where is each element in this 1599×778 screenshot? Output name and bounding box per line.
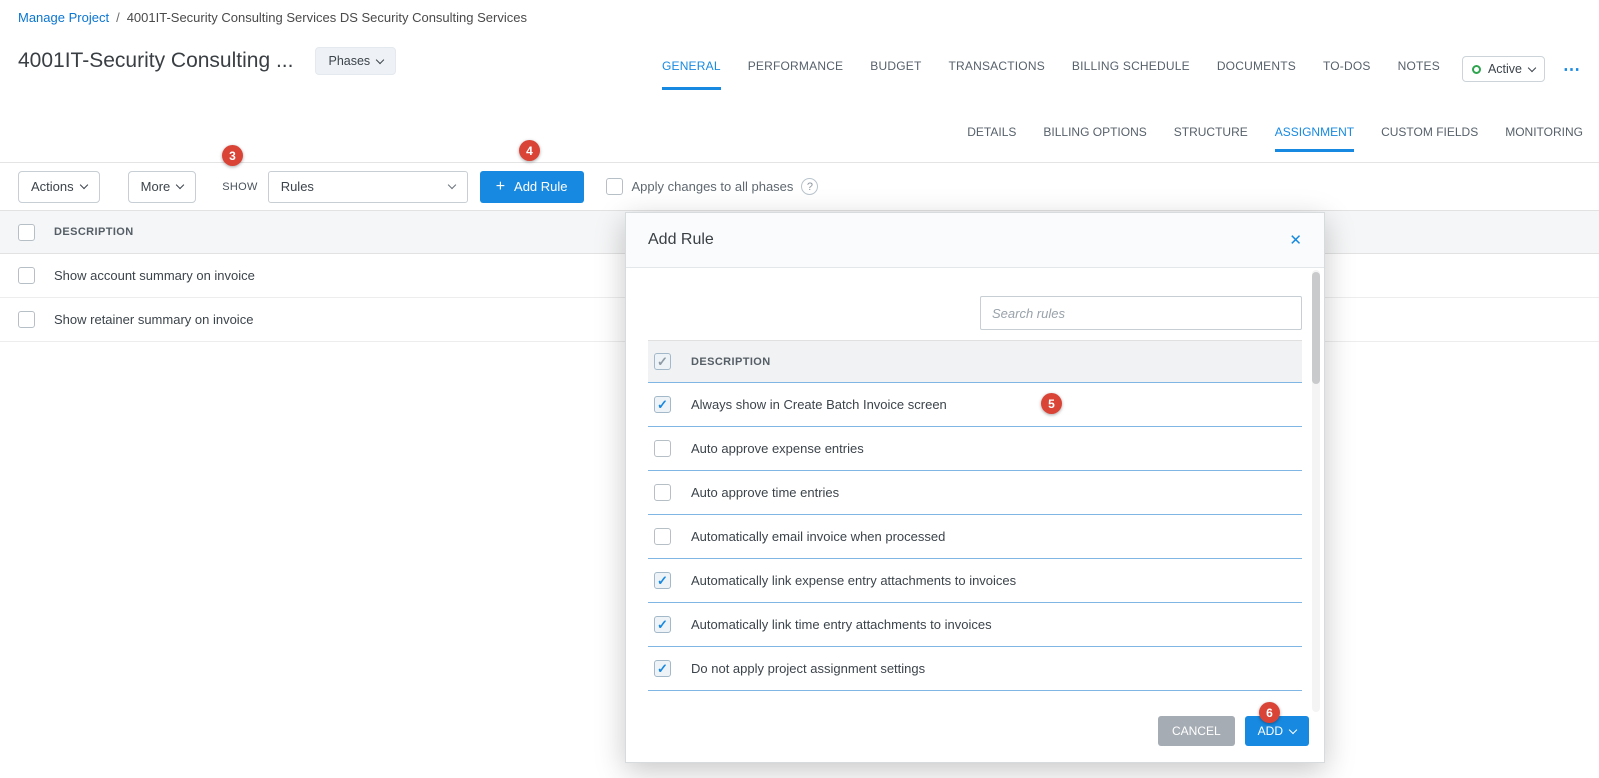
add-rule-button-label: Add Rule	[514, 179, 568, 194]
apply-changes-checkbox[interactable]	[605, 178, 623, 195]
rule-checkbox[interactable]	[654, 616, 671, 633]
row-checkbox[interactable]	[18, 267, 35, 284]
subtab-monitoring[interactable]: MONITORING	[1505, 115, 1583, 152]
modal-header: Add Rule ✕	[626, 213, 1324, 268]
more-button[interactable]: More	[127, 170, 197, 203]
title-row: 4001IT-Security Consulting ... Phases GE…	[0, 32, 1599, 90]
add-button-label: ADD	[1257, 724, 1283, 738]
modal-table-header: DESCRIPTION	[648, 340, 1302, 383]
show-filter-value: Rules	[280, 179, 314, 194]
rule-label: Do not apply project assignment settings	[691, 661, 926, 676]
rule-checkbox[interactable]	[654, 484, 671, 501]
rule-label: Automatically link time entry attachment…	[691, 617, 992, 632]
annotation-badge-5: 5	[1041, 393, 1062, 414]
page-title: 4001IT-Security Consulting ...	[18, 49, 294, 72]
tab-documents[interactable]: DOCUMENTS	[1217, 49, 1296, 90]
plus-icon: +	[495, 177, 506, 195]
add-rule-modal: Add Rule ✕ DESCRIPTION Always show in Cr…	[625, 212, 1325, 763]
close-icon[interactable]: ✕	[1289, 233, 1302, 248]
chevron-down-icon	[447, 180, 456, 190]
modal-footer: CANCEL ADD	[626, 700, 1324, 762]
active-status-icon	[1471, 64, 1481, 74]
rule-checkbox[interactable]	[654, 396, 671, 413]
search-rules-input[interactable]	[980, 296, 1302, 330]
rule-checkbox[interactable]	[654, 572, 671, 589]
subtab-structure[interactable]: STRUCTURE	[1174, 115, 1248, 152]
more-button-label: More	[140, 179, 171, 194]
tab-performance[interactable]: PERFORMANCE	[748, 49, 844, 90]
phases-button[interactable]: Phases	[315, 47, 397, 75]
description-column-header: DESCRIPTION	[54, 226, 134, 238]
modal-select-all-checkbox[interactable]	[654, 353, 671, 370]
tab-transactions[interactable]: TRANSACTIONS	[948, 49, 1044, 90]
rule-label: Automatically link expense entry attachm…	[691, 573, 1017, 588]
annotation-badge-3: 3	[222, 145, 243, 166]
show-label: SHOW	[222, 180, 258, 193]
toolbar: Actions More SHOW Rules + Add Rule Apply …	[0, 162, 1599, 210]
rule-option-row[interactable]: Automatically email invoice when process…	[648, 515, 1302, 559]
title-left: 4001IT-Security Consulting ... Phases	[18, 32, 397, 90]
actions-button-label: Actions	[31, 179, 74, 194]
modal-title: Add Rule	[648, 231, 714, 248]
breadcrumb-current: 4001IT-Security Consulting Services DS S…	[126, 10, 527, 25]
row-checkbox[interactable]	[18, 311, 35, 328]
subtab-details[interactable]: DETAILS	[967, 115, 1016, 152]
breadcrumb: Manage Project / 4001IT-Security Consultin…	[0, 0, 1599, 26]
modal-description-column-header: DESCRIPTION	[691, 355, 771, 368]
rule-checkbox[interactable]	[654, 660, 671, 677]
apply-changes-label: Apply changes to all phases	[631, 179, 794, 194]
rule-label: Auto approve expense entries	[691, 441, 864, 456]
rule-label: Auto approve time entries	[691, 485, 840, 500]
subtab-assignment[interactable]: ASSIGNMENT	[1274, 115, 1355, 152]
annotation-badge-6: 6	[1259, 702, 1280, 723]
search-row	[648, 296, 1302, 330]
status-label: Active	[1487, 62, 1522, 76]
rule-label: Always show in Create Batch Invoice scre…	[691, 397, 947, 412]
tab-billing-schedule[interactable]: BILLING SCHEDULE	[1072, 49, 1190, 90]
phases-button-label: Phases	[328, 54, 371, 68]
chevron-down-icon	[79, 180, 88, 190]
rule-option-row[interactable]: Automatically link time entry attachment…	[648, 603, 1302, 647]
tab-notes[interactable]: NOTES	[1398, 49, 1440, 90]
rule-option-row-partial[interactable]	[648, 691, 1302, 700]
tab-to-dos[interactable]: TO-DOS	[1323, 49, 1371, 90]
row-label: Show retainer summary on invoice	[54, 312, 254, 327]
annotation-badge-4: 4	[519, 140, 540, 161]
actions-button[interactable]: Actions	[18, 170, 100, 203]
chevron-down-icon	[375, 55, 385, 64]
select-all-checkbox[interactable]	[18, 223, 35, 241]
chevron-down-icon	[176, 180, 185, 190]
breadcrumb-link-manage-project[interactable]: Manage Project	[18, 10, 109, 25]
rule-label: Automatically email invoice when process…	[691, 529, 946, 544]
page: Manage Project / 4001IT-Security Consultin…	[0, 0, 1599, 778]
modal-scrollbar-track	[1312, 270, 1320, 712]
chevron-down-icon	[1288, 725, 1298, 734]
rule-option-row[interactable]: Always show in Create Batch Invoice scre…	[648, 383, 1302, 427]
subtab-billing-options[interactable]: BILLING OPTIONS	[1043, 115, 1146, 152]
row-label: Show account summary on invoice	[54, 268, 255, 283]
rule-option-row[interactable]: Auto approve time entries	[648, 471, 1302, 515]
rule-option-row[interactable]: Do not apply project assignment settings	[648, 647, 1302, 691]
rule-checkbox[interactable]	[654, 528, 671, 545]
rule-option-row[interactable]: Automatically link expense entry attachm…	[648, 559, 1302, 603]
help-icon[interactable]: ?	[801, 178, 819, 195]
rule-option-row[interactable]: Auto approve expense entries	[648, 427, 1302, 471]
status-dropdown[interactable]: Active	[1461, 56, 1545, 82]
cancel-button[interactable]: CANCEL	[1157, 716, 1235, 746]
rule-checkbox[interactable]	[654, 440, 671, 457]
tab-budget[interactable]: BUDGET	[870, 49, 921, 90]
modal-scrollbar-thumb[interactable]	[1312, 272, 1320, 384]
add-button[interactable]: ADD	[1244, 716, 1309, 746]
breadcrumb-separator: /	[116, 10, 120, 25]
ellipsis-menu-icon[interactable]: ⋯	[1563, 61, 1581, 78]
add-rule-button[interactable]: + Add Rule	[479, 170, 584, 203]
show-filter-select[interactable]: Rules	[267, 170, 468, 203]
apply-changes-wrap: Apply changes to all phases ?	[605, 178, 819, 195]
chevron-down-icon	[1527, 63, 1537, 72]
modal-body: DESCRIPTION Always show in Create Batch …	[626, 268, 1324, 700]
tab-general[interactable]: GENERAL	[661, 49, 721, 90]
main-tabs: GENERAL PERFORMANCE BUDGET TRANSACTIONS …	[661, 32, 1440, 90]
subtab-custom-fields[interactable]: CUSTOM FIELDS	[1381, 115, 1478, 152]
